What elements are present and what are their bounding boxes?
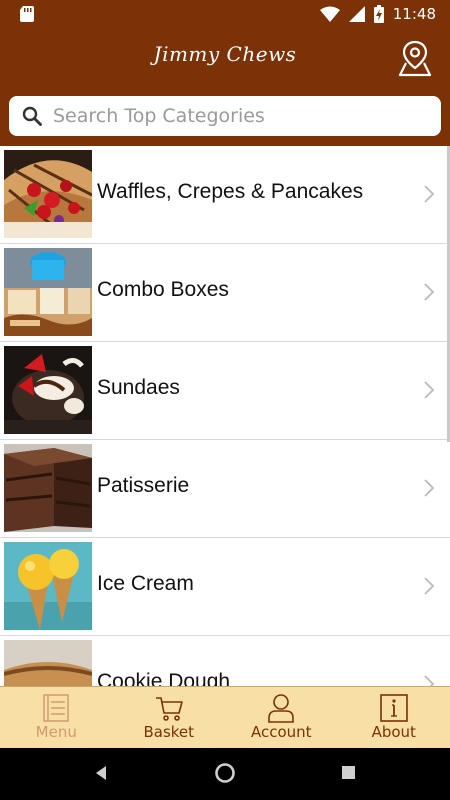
tab-account[interactable]: Account xyxy=(225,687,338,748)
tab-label: Account xyxy=(250,723,312,741)
account-icon xyxy=(268,694,295,723)
category-label: Sundaes xyxy=(97,376,180,399)
search-bar-container xyxy=(0,88,450,146)
category-row-cookie-dough[interactable]: Cookie Dough xyxy=(0,636,450,686)
back-icon[interactable] xyxy=(92,763,110,783)
tab-label: Basket xyxy=(143,723,195,741)
category-label: Ice Cream xyxy=(97,572,194,595)
sundaes-thumbnail-image xyxy=(4,346,92,434)
waffles-thumbnail-image xyxy=(4,150,92,238)
chevron-right-icon xyxy=(424,381,435,399)
category-label: Combo Boxes xyxy=(97,278,229,301)
tab-menu[interactable]: Menu xyxy=(0,687,113,748)
chevron-right-icon xyxy=(424,283,435,301)
basket-icon xyxy=(155,697,183,721)
wifi-icon xyxy=(319,6,340,22)
map-pin-icon[interactable] xyxy=(398,39,432,77)
recents-icon[interactable] xyxy=(341,765,357,781)
patisserie-thumbnail-image xyxy=(4,444,92,532)
category-list: Waffles, Crepes & Pancakes Combo Boxes S… xyxy=(0,146,450,686)
category-row-sundaes[interactable]: Sundaes xyxy=(0,342,450,440)
battery-charging-icon xyxy=(373,5,384,23)
bottom-tab-bar: Menu Basket Account About xyxy=(0,686,450,748)
chevron-right-icon xyxy=(424,577,435,595)
category-row-ice-cream[interactable]: Ice Cream xyxy=(0,538,450,636)
search-icon xyxy=(22,106,42,126)
status-time: 11:48 xyxy=(392,5,436,23)
category-label: Patisserie xyxy=(97,474,190,497)
category-row-waffles[interactable]: Waffles, Crepes & Pancakes xyxy=(0,146,450,244)
category-label: Cookie Dough xyxy=(97,670,231,686)
info-icon xyxy=(379,694,408,722)
tab-label: About xyxy=(371,723,416,741)
chevron-right-icon xyxy=(424,185,435,203)
signal-icon xyxy=(348,6,365,22)
ice-cream-thumbnail-image xyxy=(4,542,92,630)
app-header: Jimmy Chews xyxy=(0,28,450,88)
system-navigation-bar xyxy=(0,748,450,800)
combo-boxes-thumbnail-image xyxy=(4,248,92,336)
status-bar: 11:48 xyxy=(0,0,450,28)
tab-about[interactable]: About xyxy=(338,687,450,748)
chevron-right-icon xyxy=(424,675,435,686)
category-row-combo-boxes[interactable]: Combo Boxes xyxy=(0,244,450,342)
home-icon[interactable] xyxy=(214,762,236,784)
chevron-right-icon xyxy=(424,479,435,497)
sd-card-icon xyxy=(20,6,34,22)
category-label: Waffles, Crepes & Pancakes xyxy=(97,180,364,203)
tab-basket[interactable]: Basket xyxy=(113,687,226,748)
cookie-dough-thumbnail-image xyxy=(4,640,92,686)
menu-list-icon xyxy=(43,694,69,722)
search-box[interactable] xyxy=(9,96,441,136)
app-logo-title: Jimmy Chews xyxy=(153,42,297,66)
tab-label: Menu xyxy=(35,723,77,741)
category-row-patisserie[interactable]: Patisserie xyxy=(0,440,450,538)
search-input[interactable] xyxy=(53,100,433,132)
